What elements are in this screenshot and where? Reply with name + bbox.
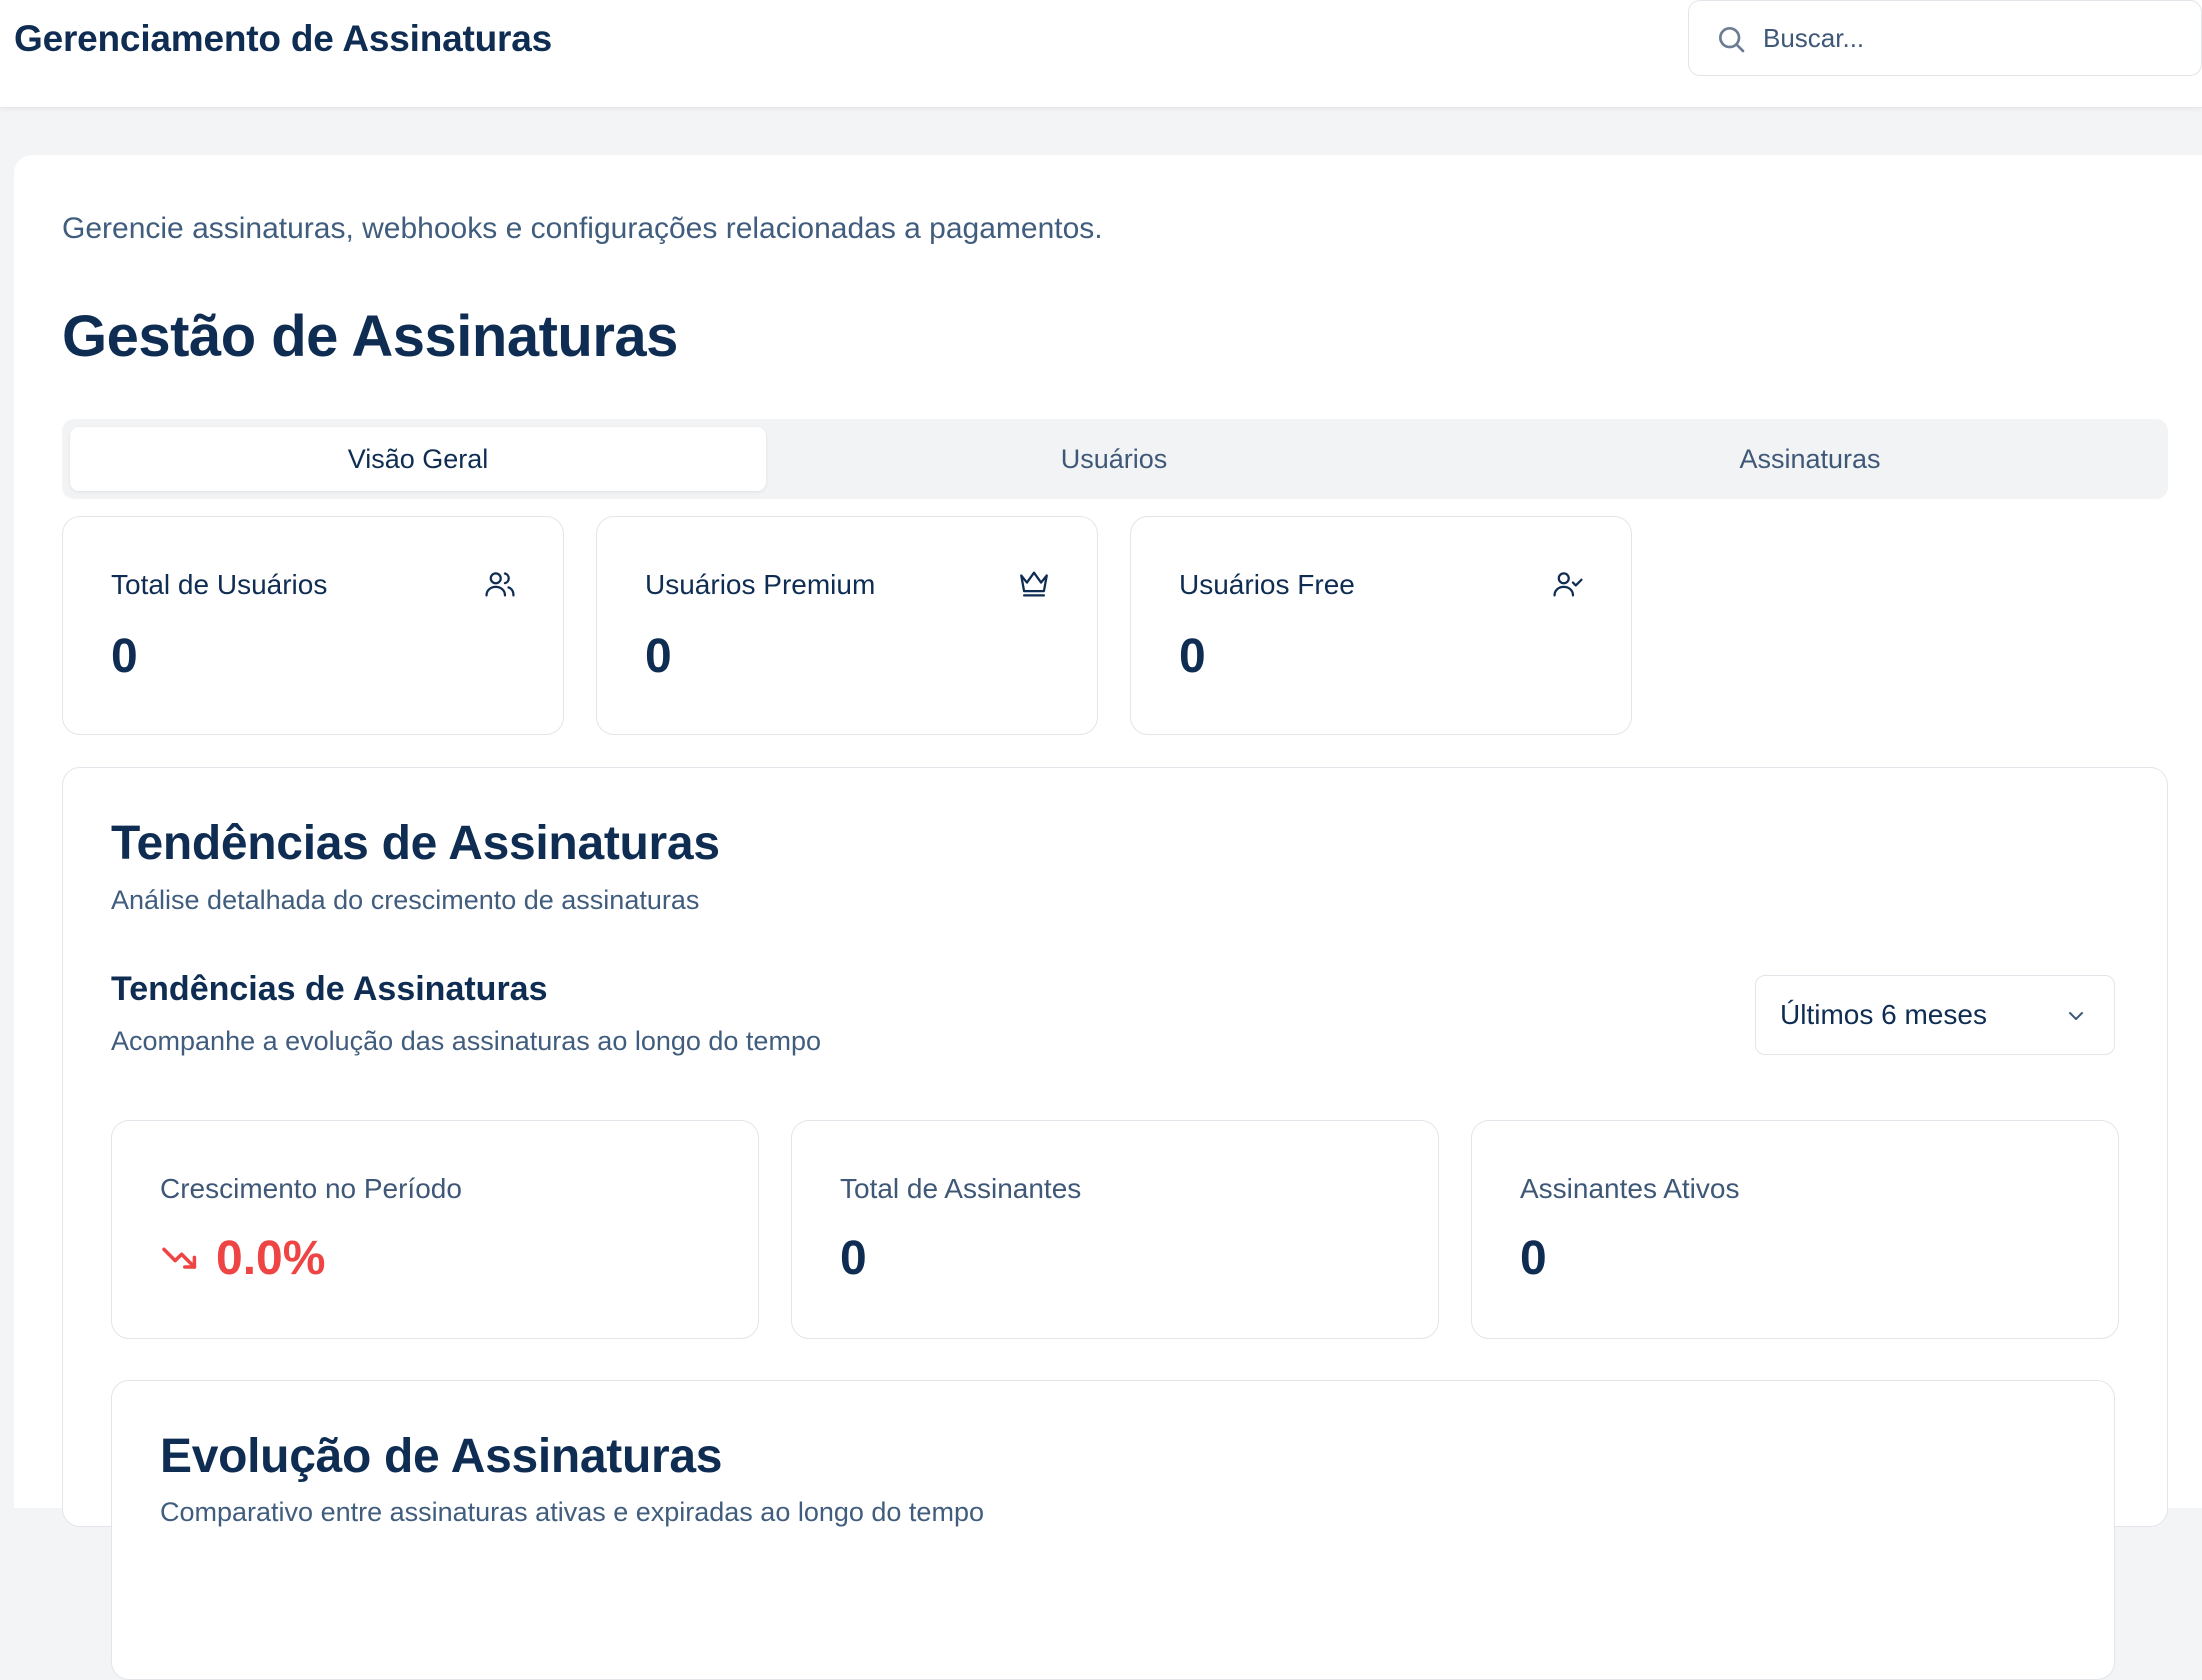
page-description: Gerencie assinaturas, webhooks e configu… xyxy=(62,212,1103,245)
evolution-subtitle: Comparativo entre assinaturas ativas e e… xyxy=(160,1497,984,1527)
metric-label: Assinantes Ativos xyxy=(1520,1173,1740,1204)
metric-card-assinantes-ativos: Assinantes Ativos 0 xyxy=(1471,1120,2119,1339)
tab-visao-geral[interactable]: Visão Geral xyxy=(70,427,766,491)
search-input[interactable]: Buscar... xyxy=(1688,0,2202,76)
period-select-value: Últimos 6 meses xyxy=(1780,999,1987,1030)
stat-label: Total de Usuários xyxy=(111,569,328,600)
page-title: Gestão de Assinaturas xyxy=(62,304,678,369)
stat-value: 0 xyxy=(111,630,138,683)
search-placeholder: Buscar... xyxy=(1763,23,1865,53)
trending-down-icon xyxy=(162,1247,197,1269)
metric-value: 0.0% xyxy=(216,1232,326,1285)
metric-value: 0 xyxy=(1520,1232,1547,1285)
chevron-down-icon xyxy=(2069,1012,2083,1020)
trends-card: Tendências de Assinaturas Análise detalh… xyxy=(62,767,2168,1680)
trends-subtitle: Análise detalhada do crescimento de assi… xyxy=(111,885,700,915)
metric-label: Crescimento no Período xyxy=(160,1173,462,1204)
section-title: Tendências de Assinaturas xyxy=(111,970,548,1008)
crown-icon xyxy=(1020,571,1048,597)
users-icon xyxy=(485,572,515,597)
stat-label: Usuários Free xyxy=(1179,569,1355,600)
metric-card-crescimento: Crescimento no Período 0.0% xyxy=(111,1120,759,1339)
metric-value: 0 xyxy=(840,1232,867,1285)
tab-usuarios[interactable]: Usuários xyxy=(766,427,1462,491)
evolution-title: Evolução de Assinaturas xyxy=(160,1430,723,1483)
user-check-icon xyxy=(1553,572,1583,597)
main-content: Gerencie assinaturas, webhooks e configu… xyxy=(14,155,2202,1680)
stat-value: 0 xyxy=(645,630,672,683)
trends-title: Tendências de Assinaturas xyxy=(111,817,720,870)
tab-list: Visão Geral Usuários Assinaturas xyxy=(62,419,2168,499)
stat-card-total-usuarios: Total de Usuários 0 xyxy=(62,516,564,735)
section-subtitle: Acompanhe a evolução das assinaturas ao … xyxy=(111,1026,821,1056)
evolution-card: Evolução de Assinaturas Comparativo entr… xyxy=(111,1380,2115,1680)
period-select[interactable]: Últimos 6 meses xyxy=(1755,975,2115,1055)
search-icon xyxy=(1719,27,1745,53)
app-title: Gerenciamento de Assinaturas xyxy=(14,18,552,59)
stat-value: 0 xyxy=(1179,630,1206,683)
tab-assinaturas[interactable]: Assinaturas xyxy=(1462,427,2158,491)
top-bar: Gerenciamento de Assinaturas Buscar... xyxy=(0,0,2202,108)
stat-card-usuarios-premium: Usuários Premium 0 xyxy=(596,516,1098,735)
stat-label: Usuários Premium xyxy=(645,569,876,600)
stat-card-usuarios-free: Usuários Free 0 xyxy=(1130,516,1632,735)
metric-label: Total de Assinantes xyxy=(840,1173,1082,1204)
metric-card-total-assinantes: Total de Assinantes 0 xyxy=(791,1120,1439,1339)
